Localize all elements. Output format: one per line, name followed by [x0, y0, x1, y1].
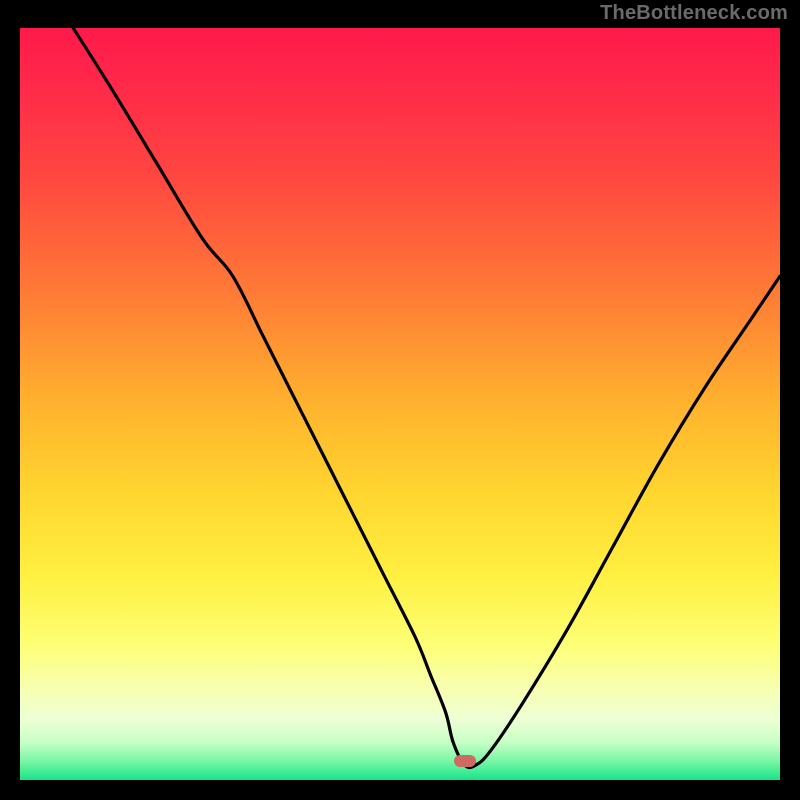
bottleneck-curve — [20, 28, 780, 780]
plot-area — [20, 28, 780, 780]
chart-frame: TheBottleneck.com — [0, 0, 800, 800]
watermark-text: TheBottleneck.com — [600, 2, 788, 25]
optimal-point-marker — [454, 755, 476, 767]
